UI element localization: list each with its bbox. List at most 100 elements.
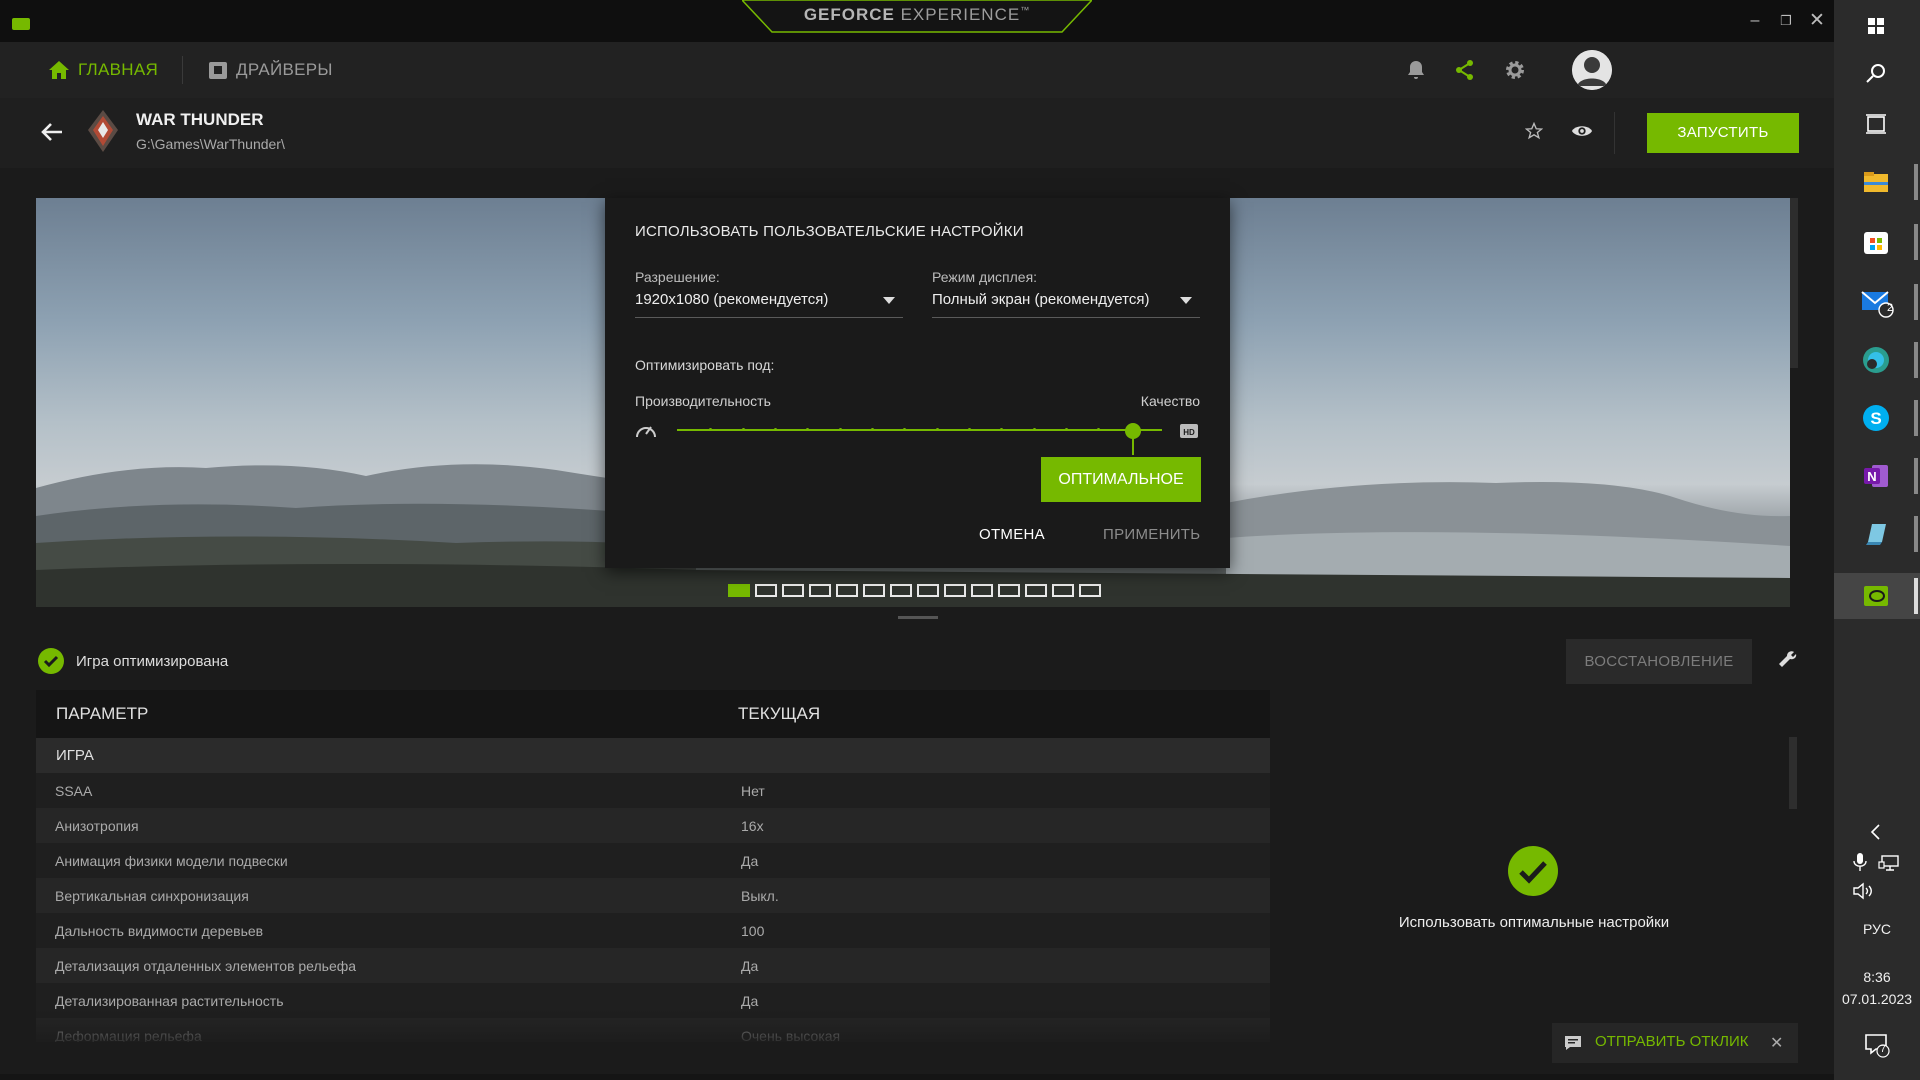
app-brand: GEFORCE EXPERIENCE™ bbox=[742, 0, 1092, 34]
setting-value: 100 bbox=[741, 923, 765, 939]
back-arrow-icon[interactable] bbox=[38, 118, 66, 146]
brand-rest: EXPERIENCE bbox=[894, 5, 1021, 24]
carousel-dot[interactable] bbox=[971, 584, 993, 597]
svg-text:S: S bbox=[1870, 409, 1881, 428]
optimal-settings-text: Использовать оптимальные настройки bbox=[1398, 914, 1670, 931]
mail-badge: 2 bbox=[1886, 302, 1894, 314]
war-thunder-logo-icon bbox=[88, 110, 118, 152]
launch-button[interactable]: ЗАПУСТИТЬ bbox=[1647, 113, 1799, 153]
tab-drivers[interactable]: ДРАЙВЕРЫ bbox=[208, 42, 333, 98]
file-explorer-icon[interactable] bbox=[1856, 162, 1896, 202]
settings-table: ПАРАМЕТР ТЕКУЩАЯ ИГРА SSAA Нет Анизотропия… bbox=[36, 690, 1270, 1042]
volume-icon[interactable] bbox=[1852, 882, 1874, 900]
setting-name: Вертикальная синхронизация bbox=[55, 888, 249, 904]
carousel-dot[interactable] bbox=[1025, 584, 1047, 597]
share-icon[interactable] bbox=[1453, 58, 1477, 82]
performance-label: Производительность bbox=[635, 393, 771, 409]
setting-value: Выкл. bbox=[741, 888, 779, 904]
slider-thumb[interactable] bbox=[1124, 423, 1141, 439]
display-mode-select[interactable]: Полный экран (рекомендуется) bbox=[932, 282, 1200, 318]
tab-home-label: ГЛАВНАЯ bbox=[78, 60, 159, 79]
header-divider bbox=[1614, 112, 1615, 154]
language-indicator[interactable]: РУС bbox=[1834, 921, 1920, 937]
carousel-dot[interactable] bbox=[809, 584, 831, 597]
search-icon[interactable] bbox=[1856, 54, 1896, 94]
restore-window-button[interactable]: ❐ bbox=[1773, 10, 1799, 32]
resolution-select[interactable]: 1920x1080 (рекомендуется) bbox=[635, 282, 903, 318]
display-mode-value: Полный экран (рекомендуется) bbox=[932, 291, 1150, 308]
status-text: Игра оптимизирована bbox=[76, 652, 229, 670]
notification-badge: 7 bbox=[1880, 1044, 1886, 1055]
close-window-button[interactable]: ✕ bbox=[1804, 10, 1830, 32]
minimize-button[interactable]: – bbox=[1742, 10, 1768, 32]
optimal-button[interactable]: ОПТИМАЛЬНОЕ bbox=[1041, 457, 1201, 502]
nvidia-app-icon[interactable] bbox=[1856, 576, 1896, 616]
skype-icon[interactable]: S bbox=[1856, 398, 1896, 438]
close-icon[interactable]: ✕ bbox=[1770, 1033, 1783, 1053]
drivers-icon bbox=[209, 62, 227, 79]
title-bar: GEFORCE EXPERIENCE™ – ❐ ✕ bbox=[0, 0, 1834, 42]
carousel-dot[interactable] bbox=[755, 584, 777, 597]
table-row: Анизотропия 16x bbox=[36, 808, 1270, 843]
store-icon[interactable] bbox=[1856, 222, 1896, 262]
carousel-dot[interactable] bbox=[1079, 584, 1101, 597]
gear-icon[interactable] bbox=[1503, 58, 1527, 82]
restore-button[interactable]: ВОССТАНОВЛЕНИЕ bbox=[1566, 639, 1752, 684]
network-icon[interactable] bbox=[1878, 854, 1900, 872]
bottom-border bbox=[0, 1074, 1834, 1080]
panel-resize-handle[interactable] bbox=[898, 616, 938, 619]
resolution-value: 1920x1080 (рекомендуется) bbox=[635, 291, 829, 308]
chat-icon bbox=[1565, 1036, 1581, 1050]
optimize-label: Оптимизировать под: bbox=[635, 357, 775, 373]
carousel-dot[interactable] bbox=[890, 584, 912, 597]
edge-icon[interactable] bbox=[1856, 340, 1896, 380]
task-view-icon[interactable] bbox=[1856, 104, 1896, 144]
tab-drivers-label: ДРАЙВЕРЫ bbox=[236, 60, 333, 79]
carousel-dot[interactable] bbox=[782, 584, 804, 597]
setting-name: Анизотропия bbox=[55, 818, 139, 834]
running-indicator bbox=[1914, 516, 1918, 552]
carousel-dot[interactable] bbox=[944, 584, 966, 597]
svg-text:N: N bbox=[1867, 469, 1876, 484]
avatar[interactable] bbox=[1572, 50, 1612, 90]
feedback-bar[interactable]: ОТПРАВИТЬ ОТКЛИК ✕ bbox=[1552, 1023, 1798, 1063]
bell-icon[interactable] bbox=[1404, 58, 1428, 82]
column-current: ТЕКУЩАЯ bbox=[738, 704, 821, 723]
setting-name: SSAA bbox=[55, 783, 93, 799]
carousel-dot[interactable] bbox=[917, 584, 939, 597]
cancel-button[interactable]: ОТМЕНА bbox=[979, 526, 1045, 543]
group-label: ИГРА bbox=[56, 747, 94, 764]
wrench-icon[interactable] bbox=[1776, 648, 1800, 672]
setting-value: Нет bbox=[741, 783, 765, 799]
scroll-fade bbox=[36, 1008, 1270, 1042]
table-scrollbar[interactable] bbox=[1789, 737, 1797, 809]
clock-time[interactable]: 8:36 bbox=[1834, 969, 1920, 985]
home-icon bbox=[49, 61, 69, 79]
hero-scrollbar[interactable] bbox=[1790, 198, 1798, 368]
carousel-dot[interactable] bbox=[1052, 584, 1074, 597]
setting-name: Дальность видимости деревьев bbox=[55, 923, 264, 939]
onenote-icon[interactable]: N bbox=[1856, 456, 1896, 496]
star-icon[interactable] bbox=[1525, 122, 1543, 140]
notepad-icon[interactable] bbox=[1856, 514, 1896, 554]
feedback-label: ОТПРАВИТЬ ОТКЛИК bbox=[1595, 1033, 1749, 1050]
table-header: ПАРАМЕТР ТЕКУЩАЯ bbox=[36, 690, 1270, 738]
slider-tick bbox=[774, 428, 777, 431]
clock-date[interactable]: 07.01.2023 bbox=[1834, 991, 1920, 1007]
apply-button[interactable]: ПРИМЕНИТЬ bbox=[1103, 526, 1200, 543]
windows-start-icon[interactable] bbox=[1856, 6, 1896, 46]
carousel-dot[interactable] bbox=[728, 584, 750, 597]
carousel-dot[interactable] bbox=[998, 584, 1020, 597]
game-title: WAR THUNDER bbox=[136, 110, 264, 129]
quality-slider-track[interactable] bbox=[677, 429, 1162, 431]
eye-icon[interactable] bbox=[1571, 122, 1593, 140]
running-indicator bbox=[1914, 400, 1918, 436]
microphone-icon[interactable] bbox=[1852, 852, 1868, 872]
windows-taskbar: 2 S N РУС 8:36 07.01.2023 7 bbox=[1834, 0, 1920, 1080]
game-header: WAR THUNDER G:\Games\WarThunder\ ЗАПУСТИ… bbox=[0, 98, 1834, 168]
carousel-dot[interactable] bbox=[863, 584, 885, 597]
setting-value: Да bbox=[741, 958, 759, 974]
chevron-left-icon[interactable] bbox=[1869, 823, 1883, 841]
tab-home[interactable]: ГЛАВНАЯ bbox=[48, 42, 158, 98]
carousel-dot[interactable] bbox=[836, 584, 858, 597]
